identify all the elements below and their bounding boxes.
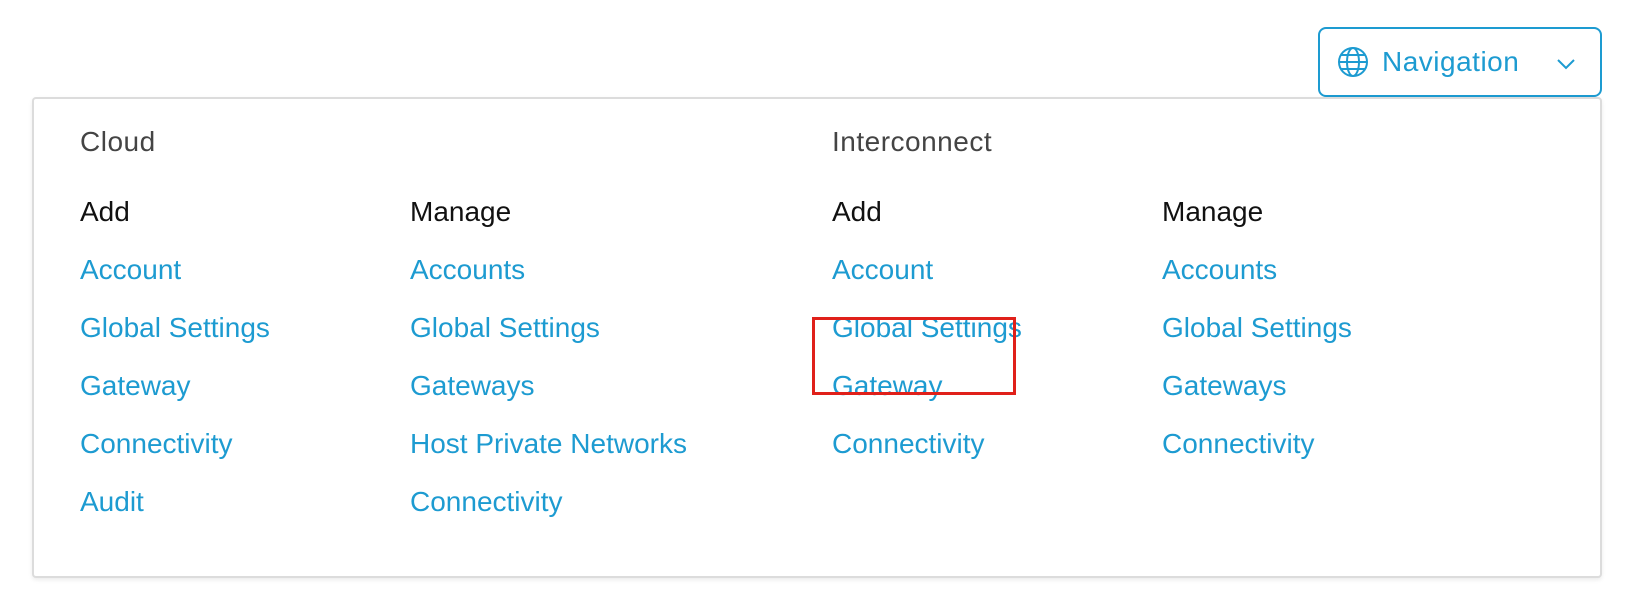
globe-icon [1338,47,1368,77]
cloud-manage-accounts-link[interactable]: Accounts [410,253,525,287]
chevron-down-icon [1557,59,1575,70]
interconnect-manage-heading: Manage [1162,196,1264,227]
section-title-cloud: Cloud [80,126,156,157]
cloud-add-gateway-link[interactable]: Gateway [80,369,191,403]
cloud-manage-connectivity-link[interactable]: Connectivity [410,485,563,519]
cloud-add-audit-link[interactable]: Audit [80,485,144,519]
cloud-manage-host-private-networks-link[interactable]: Host Private Networks [410,427,687,461]
interconnect-manage-gateways-link[interactable]: Gateways [1162,369,1287,403]
interconnect-manage-connectivity-link[interactable]: Connectivity [1162,427,1315,461]
cloud-add-account-link[interactable]: Account [80,253,181,287]
interconnect-add-account-link[interactable]: Account [832,253,933,287]
interconnect-manage-global-settings-link[interactable]: Global Settings [1162,311,1352,345]
cloud-manage-gateways-link[interactable]: Gateways [410,369,535,403]
section-title-interconnect: Interconnect [832,126,993,157]
highlight-annotation-box [812,317,1016,395]
cloud-manage-global-settings-link[interactable]: Global Settings [410,311,600,345]
interconnect-manage-accounts-link[interactable]: Accounts [1162,253,1277,287]
interconnect-add-heading: Add [832,196,882,227]
navigation-label: Navigation [1382,46,1520,77]
interconnect-add-connectivity-link[interactable]: Connectivity [832,427,985,461]
cloud-add-heading: Add [80,196,130,227]
navigation-dropdown-button[interactable]: Navigation [1318,27,1602,97]
cloud-manage-heading: Manage [410,196,512,227]
cloud-add-global-settings-link[interactable]: Global Settings [80,311,270,345]
navigation-page: Navigation Cloud Add Account Global Sett… [0,0,1628,616]
cloud-add-connectivity-link[interactable]: Connectivity [80,427,233,461]
